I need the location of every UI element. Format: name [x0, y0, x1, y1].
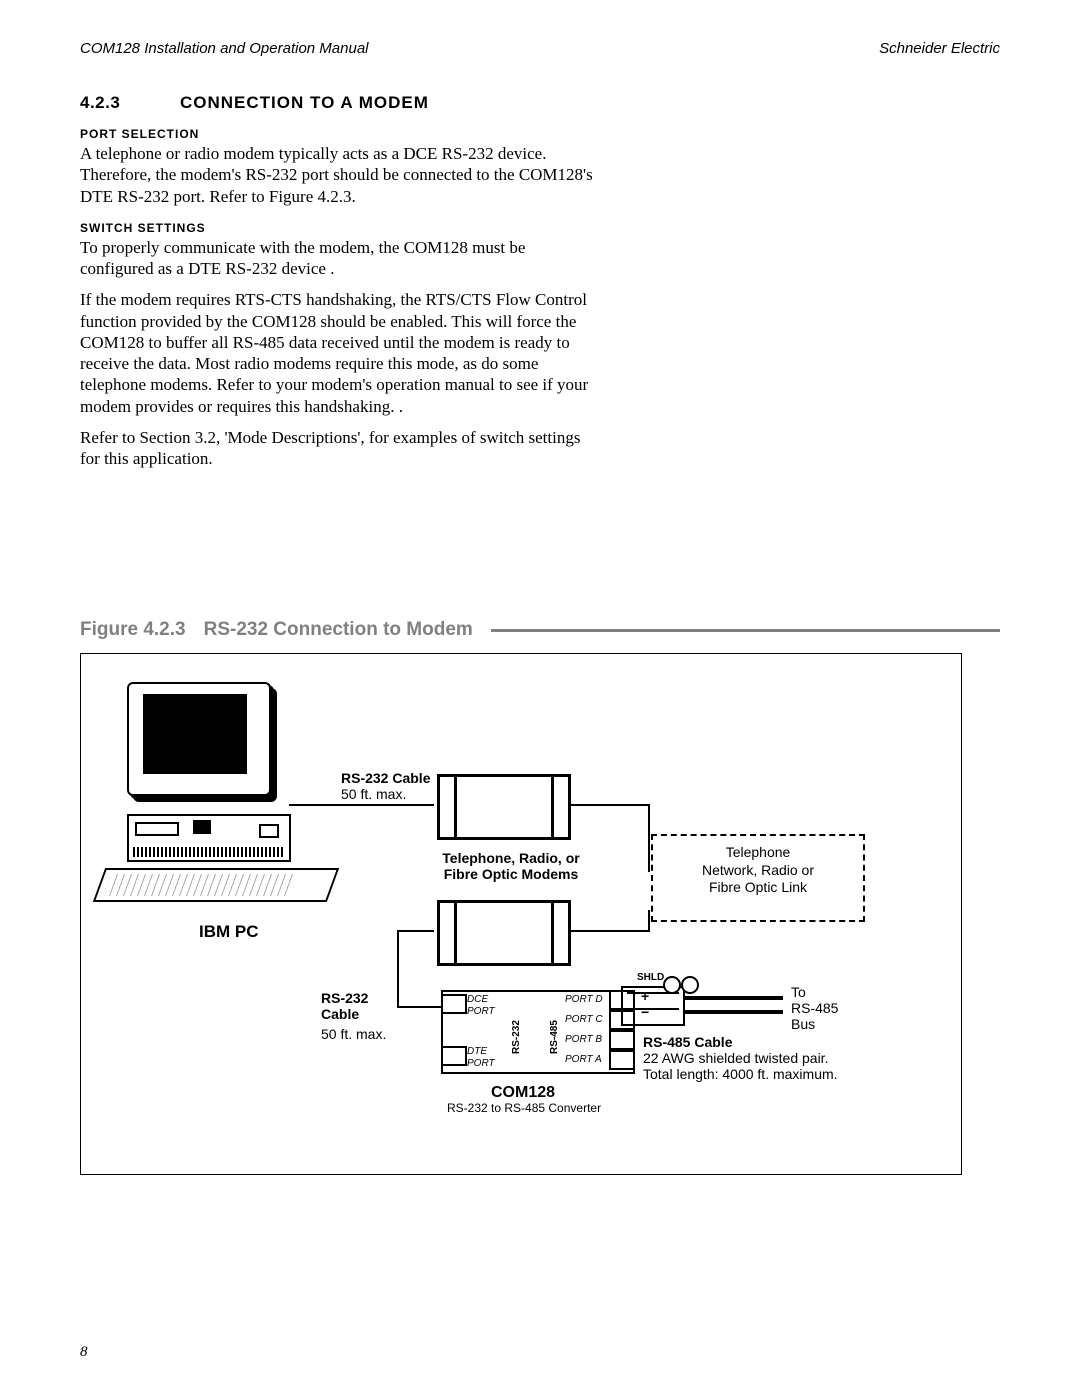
figure-rule: [491, 629, 1000, 632]
label-rs232-len: 50 ft. max.: [341, 786, 406, 802]
label-to-bus: To RS-485 Bus: [791, 984, 838, 1032]
label-plus: +: [641, 988, 649, 1004]
modem-bottom-icon: [451, 900, 557, 966]
label-rs485-desc: 22 AWG shielded twisted pair. Total leng…: [643, 1050, 838, 1082]
label-port-d: PORT D: [565, 994, 603, 1006]
port-b: [609, 1030, 635, 1050]
label-rs232-vert: RS-232: [511, 1020, 522, 1054]
figure-label: Figure 4.2.3: [80, 619, 186, 641]
figure-title: RS-232 Connection to Modem: [204, 619, 473, 641]
keyboard-icon: [93, 868, 339, 902]
label-port-a: PORT A: [565, 1054, 602, 1066]
header-left: COM128 Installation and Operation Manual: [80, 40, 369, 57]
section-title: CONNECTION TO A MODEM: [180, 93, 429, 113]
label-rs485-vert: RS-485: [549, 1020, 560, 1054]
label-dte-port: DTE PORT: [467, 1046, 495, 1069]
section-number: 4.2.3: [80, 93, 176, 113]
monitor-icon: [127, 682, 297, 822]
label-rs232-cable2: RS-232 Cable: [321, 990, 368, 1022]
port-dce: [441, 994, 467, 1014]
screw-icon-2: [681, 976, 699, 994]
label-com128-sub: RS-232 to RS-485 Converter: [447, 1102, 601, 1116]
content-column: PORT SELECTION A telephone or radio mode…: [80, 127, 1000, 469]
para-switch-1: To properly communicate with the modem, …: [80, 237, 600, 280]
header-right: Schneider Electric: [879, 40, 1000, 57]
label-link: Telephone Network, Radio or Fibre Optic …: [702, 844, 814, 895]
figure-box: IBM PC RS-232 Cable 50 ft. max. Telephon…: [80, 653, 962, 1175]
tower-icon: [127, 814, 291, 862]
label-com128: COM128: [491, 1084, 555, 1102]
link-box: Telephone Network, Radio or Fibre Optic …: [651, 834, 865, 922]
label-rs232-cable: RS-232 Cable: [341, 770, 430, 786]
para-switch-3: Refer to Section 3.2, 'Mode Descriptions…: [80, 427, 600, 470]
modem-top-icon: [451, 774, 557, 840]
para-switch-2: If the modem requires RTS-CTS handshakin…: [80, 289, 600, 417]
section-heading-row: 4.2.3 CONNECTION TO A MODEM: [80, 93, 1000, 113]
label-minus: −: [641, 1004, 649, 1020]
page-header: COM128 Installation and Operation Manual…: [80, 40, 1000, 57]
subhead-switch-settings: SWITCH SETTINGS: [80, 221, 1000, 235]
figure-caption: Figure 4.2.3 RS-232 Connection to Modem: [80, 619, 1000, 641]
label-rs485-cable: RS-485 Cable: [643, 1034, 732, 1050]
port-a: [609, 1050, 635, 1070]
para-port-selection: A telephone or radio modem typically act…: [80, 143, 600, 207]
document-page: COM128 Installation and Operation Manual…: [0, 0, 1080, 1397]
label-shld: SHLD: [637, 972, 664, 984]
label-dce-port: DCE PORT: [467, 994, 495, 1017]
label-port-c: PORT C: [565, 1014, 603, 1026]
label-rs232-len2: 50 ft. max.: [321, 1026, 386, 1042]
label-modems: Telephone, Radio, or Fibre Optic Modems: [411, 850, 611, 882]
page-number: 8: [80, 1344, 88, 1361]
label-ibm-pc: IBM PC: [199, 922, 259, 942]
port-dte: [441, 1046, 467, 1066]
label-port-b: PORT B: [565, 1034, 602, 1046]
subhead-port-selection: PORT SELECTION: [80, 127, 1000, 141]
